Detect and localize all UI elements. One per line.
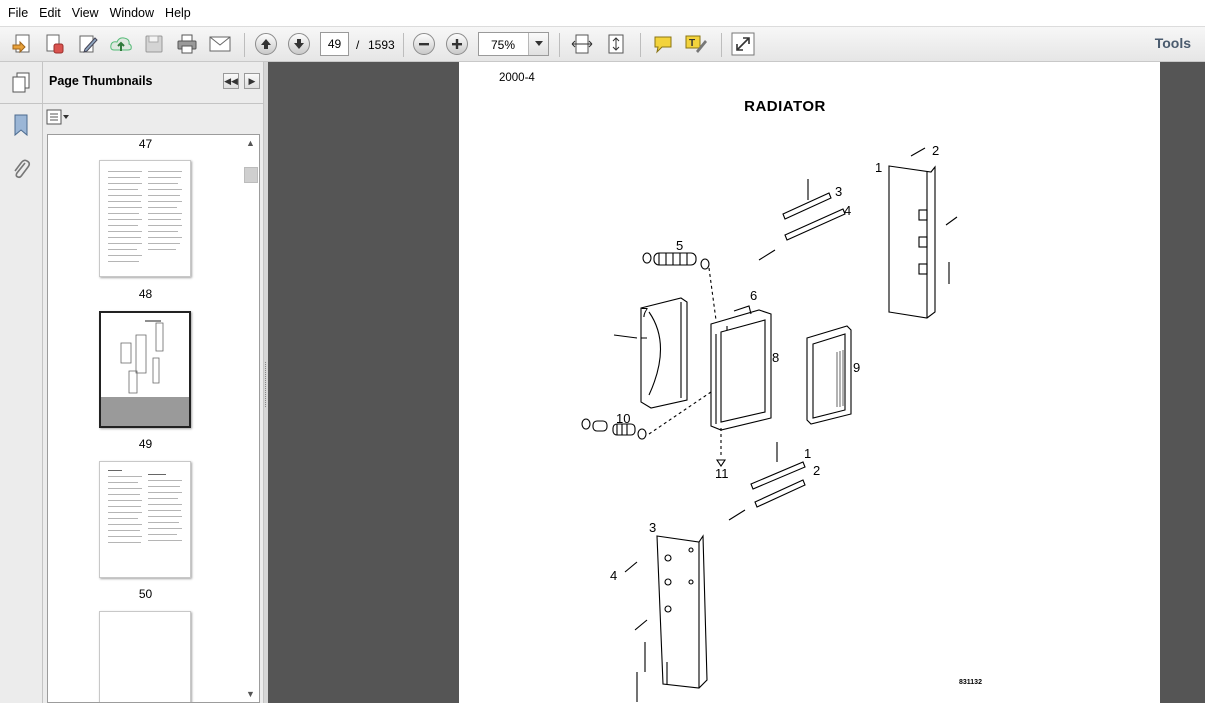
- callout-label: 3: [649, 520, 656, 535]
- svg-text:T: T: [689, 38, 695, 49]
- callout-label: 9: [853, 360, 860, 375]
- print-icon[interactable]: [174, 31, 200, 57]
- callout-label: 3: [835, 184, 842, 199]
- collapse-panel-icon[interactable]: ◀◀: [223, 73, 239, 89]
- thumbnail-label: 49: [138, 437, 153, 451]
- callout-label: 10: [616, 411, 630, 426]
- callout-label: 7: [641, 305, 648, 320]
- thumbnail-label: 50: [138, 587, 153, 601]
- upper-strap-part: [782, 192, 846, 241]
- toolbar: / 1593 75% T Tools: [0, 26, 1205, 62]
- callout-label: 8: [772, 350, 779, 365]
- right-bracket-part: [888, 165, 936, 319]
- radiator-guard-part: [806, 325, 852, 425]
- callout-label: 4: [844, 203, 851, 218]
- callout-label: 1: [875, 160, 882, 175]
- callout-label: 2: [932, 143, 939, 158]
- attachment-icon[interactable]: [8, 156, 34, 182]
- thumbnail-label: 48: [138, 287, 153, 301]
- menu-edit[interactable]: Edit: [35, 6, 65, 20]
- callout-label: 11: [715, 466, 729, 481]
- comment-icon[interactable]: [650, 31, 676, 57]
- thumbnail-options-button[interactable]: [46, 108, 74, 126]
- chevron-down-icon[interactable]: [528, 33, 548, 55]
- zoom-select[interactable]: 75%: [478, 32, 549, 56]
- fit-width-icon[interactable]: [569, 31, 595, 57]
- panel-title: Page Thumbnails: [49, 74, 153, 88]
- scroll-up-icon[interactable]: ▲: [246, 138, 255, 148]
- navigation-rail: [0, 62, 43, 703]
- zoom-out-icon[interactable]: [411, 31, 437, 57]
- document-view[interactable]: 2000-4 RADIATOR 1 2 3 4 5 6 7 8 9 10 11 …: [268, 62, 1205, 703]
- thumbnail-page-49[interactable]: [99, 311, 191, 428]
- page-separator: /: [356, 38, 360, 52]
- callout-label: 5: [676, 238, 683, 253]
- email-icon[interactable]: [207, 31, 233, 57]
- thumbnail-page-48[interactable]: [99, 160, 191, 277]
- scroll-down-icon[interactable]: ▼: [246, 689, 255, 699]
- menu-view[interactable]: View: [68, 6, 103, 20]
- callout-label: 4: [610, 568, 617, 583]
- pdf-page: 2000-4 RADIATOR 1 2 3 4 5 6 7 8 9 10 11 …: [459, 62, 1160, 703]
- pages-icon[interactable]: [8, 70, 34, 96]
- edit-icon[interactable]: [75, 31, 101, 57]
- prev-page-icon[interactable]: [253, 31, 279, 57]
- zoom-value: 75%: [491, 38, 516, 52]
- menu-file[interactable]: File: [4, 6, 32, 20]
- next-page-icon[interactable]: [286, 31, 312, 57]
- thumbnail-scrollbar[interactable]: ▲ ▼: [243, 135, 259, 702]
- fit-page-icon[interactable]: [603, 31, 629, 57]
- thumbnail-page-50[interactable]: [99, 461, 191, 578]
- upload-icon[interactable]: [108, 31, 134, 57]
- scrollbar-thumb[interactable]: [244, 167, 258, 183]
- callout-label: 1: [804, 446, 811, 461]
- highlight-text-icon[interactable]: T: [683, 31, 709, 57]
- total-pages: 1593: [368, 38, 395, 52]
- thumbnail-list[interactable]: 47 48 49 50 ▲ ▼: [47, 134, 260, 703]
- upper-hose-part: [653, 252, 697, 266]
- thumbnail-page-51[interactable]: [99, 611, 191, 702]
- callout-label: 2: [813, 463, 820, 478]
- page-thumbnails-panel: Page Thumbnails ◀◀ ▶ 47 48 49 50 ▲ ▼: [43, 62, 264, 703]
- figure-number: 831132: [959, 679, 982, 686]
- thumbnail-label: 47: [138, 137, 153, 151]
- menu-bar: File Edit View Window Help: [0, 0, 1205, 26]
- bookmark-icon[interactable]: [8, 112, 34, 138]
- tools-link[interactable]: Tools: [1155, 35, 1191, 51]
- fullscreen-icon[interactable]: [730, 31, 756, 57]
- menu-window[interactable]: Window: [106, 6, 158, 20]
- callout-label: 6: [750, 288, 757, 303]
- lower-strap-part: [750, 461, 806, 508]
- radiator-core-part: [710, 309, 772, 431]
- create-icon[interactable]: [9, 31, 35, 57]
- radiator-exploded-diagram: 12 34 56 78 910 111 23 4: [581, 143, 958, 702]
- panel-header: Page Thumbnails ◀◀ ▶: [43, 62, 264, 104]
- menu-help[interactable]: Help: [161, 6, 195, 20]
- combine-icon[interactable]: [41, 31, 67, 57]
- expand-panel-icon[interactable]: ▶: [244, 73, 260, 89]
- save-icon[interactable]: [141, 31, 167, 57]
- zoom-in-icon[interactable]: [444, 31, 470, 57]
- page-number-input[interactable]: [320, 32, 349, 56]
